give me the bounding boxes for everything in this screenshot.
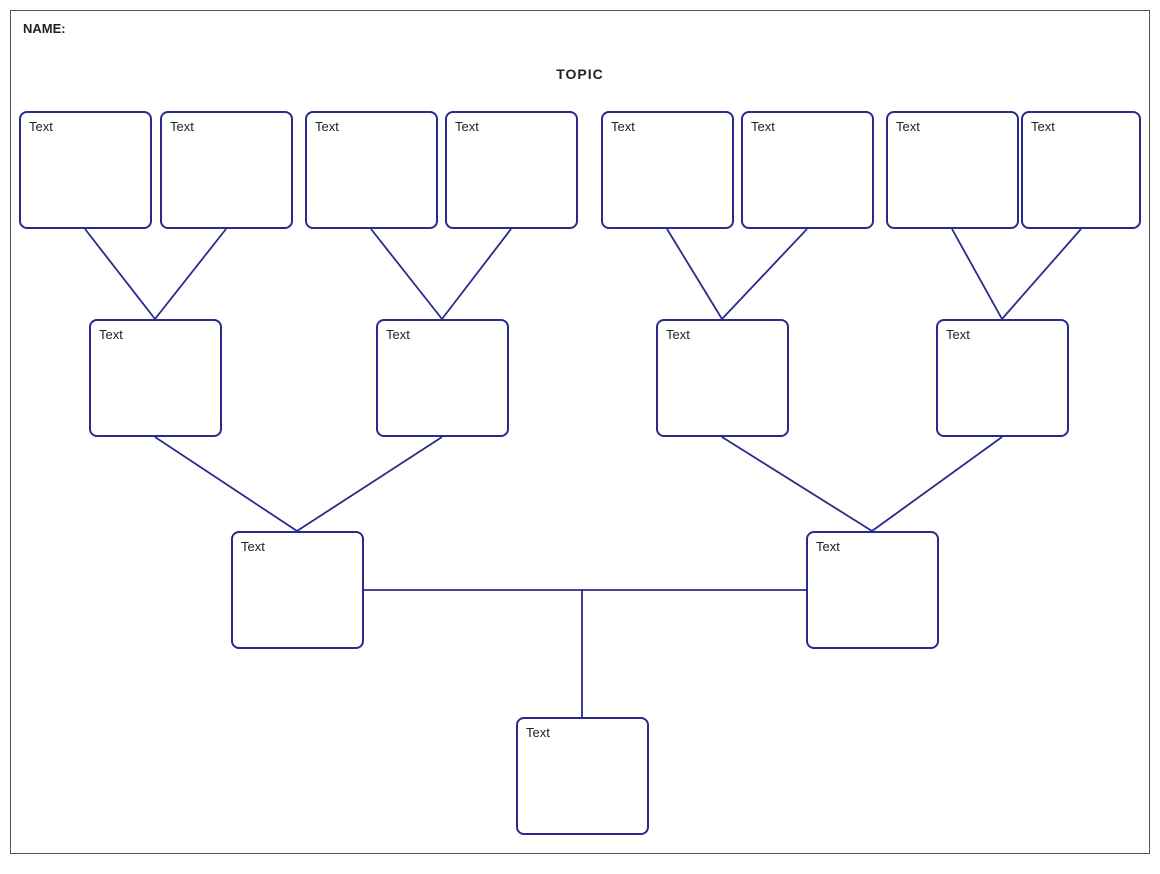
node-r1n7[interactable]: Text — [886, 111, 1019, 229]
node-r3n2[interactable]: Text — [806, 531, 939, 649]
node-r1n8[interactable]: Text — [1021, 111, 1141, 229]
node-r4n1[interactable]: Text — [516, 717, 649, 835]
node-r1n5[interactable]: Text — [601, 111, 734, 229]
node-r1n6[interactable]: Text — [741, 111, 874, 229]
node-r1n3[interactable]: Text — [305, 111, 438, 229]
node-r1n4[interactable]: Text — [445, 111, 578, 229]
page: NAME: TOPIC — [10, 10, 1150, 854]
node-r2n3[interactable]: Text — [656, 319, 789, 437]
node-r2n1[interactable]: Text — [89, 319, 222, 437]
name-label: NAME: — [23, 21, 66, 36]
node-r2n4[interactable]: Text — [936, 319, 1069, 437]
node-r1n1[interactable]: Text — [19, 111, 152, 229]
node-r1n2[interactable]: Text — [160, 111, 293, 229]
node-r3n1[interactable]: Text — [231, 531, 364, 649]
topic-label: TOPIC — [11, 66, 1149, 82]
node-r2n2[interactable]: Text — [376, 319, 509, 437]
